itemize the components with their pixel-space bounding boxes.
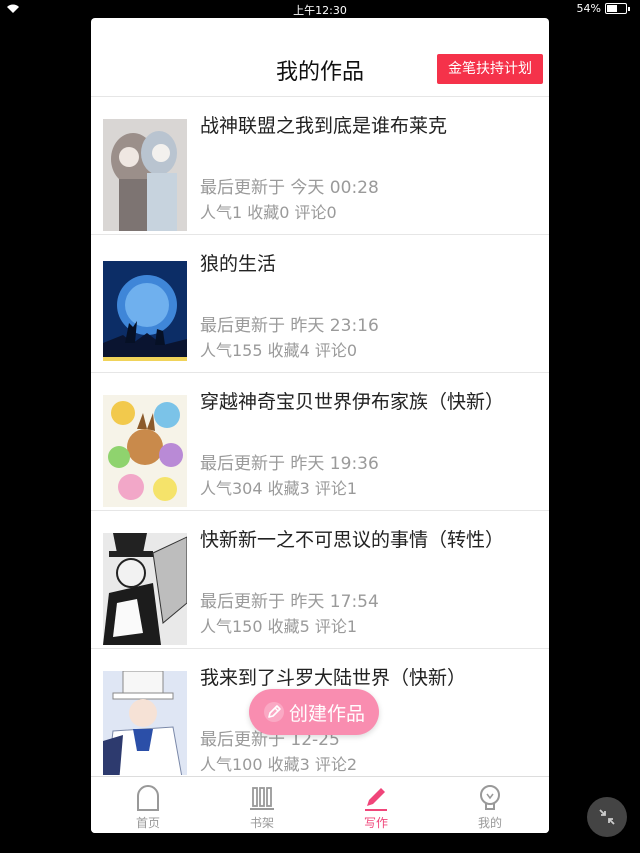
status-bar: 上午12:30 54% [0, 0, 640, 18]
pencil-icon [263, 701, 285, 723]
work-item[interactable]: 战神联盟之我到底是谁布莱克 最后更新于 今天 00:28 人气1 收藏0 评论0 [91, 97, 549, 235]
work-item[interactable]: 穿越神奇宝贝世界伊布家族（快新） 最后更新于 昨天 19:36 人气304 收藏… [91, 373, 549, 511]
lightbulb-icon [433, 784, 547, 812]
work-cover-image [103, 257, 187, 369]
bookshelf-icon [205, 784, 319, 812]
home-icon [91, 784, 205, 812]
tab-label: 我的 [477, 816, 502, 830]
tab-mine[interactable]: 我的 [433, 777, 547, 833]
work-item[interactable]: 狼的生活 最后更新于 昨天 23:16 人气155 收藏4 评论0 [91, 235, 549, 373]
pen-icon [319, 784, 433, 812]
tab-label: 写作 [363, 816, 388, 830]
work-updated: 最后更新于 昨天 17:54 [200, 592, 379, 612]
work-updated: 最后更新于 今天 00:28 [200, 178, 379, 198]
work-title: 战神联盟之我到底是谁布莱克 [200, 115, 448, 137]
bottom-tab-bar: 首页 书架 写作 我的 [91, 776, 549, 833]
work-title: 狼的生活 [200, 253, 277, 275]
work-stats: 人气1 收藏0 评论0 [200, 203, 337, 222]
status-time: 上午12:30 [293, 4, 347, 17]
work-title: 穿越神奇宝贝世界伊布家族（快新） [200, 391, 505, 413]
create-work-label: 创建作品 [288, 702, 365, 725]
battery-icon [605, 3, 627, 14]
work-cover-image [103, 671, 187, 775]
work-cover-image [103, 533, 187, 645]
works-list: 战神联盟之我到底是谁布莱克 最后更新于 今天 00:28 人气1 收藏0 评论0 [91, 97, 549, 775]
collapse-arrows-icon [587, 807, 627, 827]
work-item[interactable]: 快新新一之不可思议的事情（转性） 最后更新于 昨天 17:54 人气150 收藏… [91, 511, 549, 649]
work-updated: 最后更新于 昨天 23:16 [200, 316, 379, 336]
work-title: 快新新一之不可思议的事情（转性） [200, 529, 505, 551]
tab-writing[interactable]: 写作 [319, 777, 433, 833]
my-works-panel: 我的作品 金笔扶持计划 战神联盟之我到底是谁布莱克 最后更新于 今天 00:28… [91, 18, 549, 833]
work-cover-image [103, 119, 187, 231]
work-updated: 最后更新于 昨天 19:36 [200, 454, 379, 474]
work-cover-image [103, 395, 187, 507]
tab-home[interactable]: 首页 [91, 777, 205, 833]
page-header: 我的作品 金笔扶持计划 [91, 18, 549, 97]
tab-bookshelf[interactable]: 书架 [205, 777, 319, 833]
work-stats: 人气155 收藏4 评论0 [200, 341, 358, 360]
battery-indicator: 54% [577, 2, 630, 15]
work-stats: 人气150 收藏5 评论1 [200, 617, 358, 636]
battery-percent: 54% [576, 2, 601, 15]
create-work-button[interactable]: 创建作品 [249, 689, 379, 735]
tab-label: 书架 [249, 816, 274, 830]
collapse-button[interactable] [587, 797, 627, 837]
work-stats: 人气100 收藏3 评论2 [200, 755, 358, 774]
golden-pen-plan-button[interactable]: 金笔扶持计划 [437, 54, 543, 84]
tab-label: 首页 [135, 816, 160, 830]
work-stats: 人气304 收藏3 评论1 [200, 479, 358, 498]
